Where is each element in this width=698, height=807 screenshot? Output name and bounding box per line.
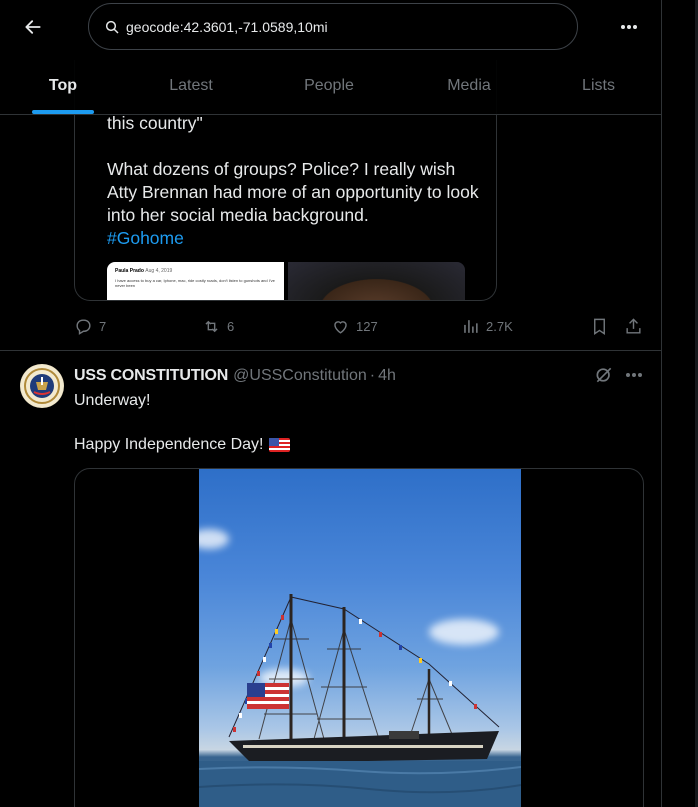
views-icon [464, 319, 478, 333]
share-icon [626, 317, 641, 334]
tweet-more-button[interactable] [622, 364, 646, 386]
timeline-column: this country" What dozens of groups? Pol… [0, 0, 662, 807]
quoted-tweet-media[interactable]: Paula Prado Aug 4, 2019 I have access to… [107, 262, 465, 300]
author-handle[interactable]: @USSConstitution [233, 367, 367, 385]
quoted-tweet-body: What dozens of groups? Police? I really … [107, 159, 479, 225]
tweet-time[interactable]: 4h [378, 367, 396, 385]
share-button[interactable] [624, 310, 643, 342]
search-tabs: Top Latest People Media Lists [0, 58, 661, 114]
more-icon [626, 373, 642, 377]
tab-label: Top [48, 77, 78, 94]
active-tab-indicator [32, 110, 94, 114]
grok-icon [596, 367, 612, 383]
repost-button[interactable]: 6 [202, 310, 234, 342]
back-button[interactable] [16, 10, 50, 44]
search-header: Top Latest People Media Lists [0, 0, 661, 115]
tweet-action-bar: 7 6 127 2.7K [74, 310, 646, 342]
ship-illustration [199, 594, 521, 807]
repost-icon [205, 320, 218, 332]
tweet-divider [0, 350, 661, 351]
tab-label: People [304, 77, 354, 94]
like-button[interactable]: 127 [331, 310, 378, 342]
arrow-left-icon [25, 20, 41, 34]
tab-people[interactable]: People [256, 58, 402, 114]
embedded-date: Aug 4, 2019 [145, 268, 173, 274]
embedded-text: I have access to buy a car, Iphone, mac,… [115, 278, 275, 288]
heart-icon [334, 320, 347, 334]
search-box[interactable] [88, 3, 578, 50]
video-player[interactable] [199, 469, 521, 807]
quoted-tweet-text: this country" What dozens of groups? Pol… [107, 112, 487, 250]
search-icon [104, 18, 122, 36]
bookmark-icon [594, 318, 605, 335]
tab-media[interactable]: Media [402, 58, 536, 114]
tweet-line-2: Happy Independence Day! [74, 436, 264, 453]
portrait-image[interactable] [288, 262, 465, 300]
hashtag-link[interactable]: #Gohome [107, 228, 184, 248]
tweet-header: USS CONSTITUTION @USSConstitution · 4h [74, 366, 396, 386]
author-name[interactable]: USS CONSTITUTION [74, 367, 228, 385]
reply-icon [76, 318, 91, 335]
screenshot-image[interactable]: Paula Prado Aug 4, 2019 I have access to… [107, 262, 284, 300]
grok-button[interactable] [592, 364, 616, 386]
avatar[interactable] [20, 364, 64, 408]
us-flag-emoji [269, 437, 291, 452]
tab-label: Lists [582, 77, 615, 94]
video-card[interactable] [74, 468, 644, 807]
tab-latest[interactable]: Latest [126, 58, 256, 114]
bookmark-button[interactable] [590, 310, 609, 342]
views-count: 2.7K [486, 318, 513, 334]
like-count: 127 [356, 318, 378, 334]
navy-seal-icon [21, 365, 63, 407]
embedded-name: Paula Prado [115, 268, 144, 274]
search-input[interactable] [126, 18, 546, 35]
quoted-tweet-fragment: this country" [107, 113, 203, 133]
separator-dot: · [369, 367, 376, 384]
tab-top[interactable]: Top [0, 58, 126, 114]
reply-button[interactable]: 7 [74, 310, 106, 342]
repost-count: 6 [227, 318, 235, 334]
tab-label: Media [447, 77, 491, 94]
views-button[interactable]: 2.7K [461, 310, 513, 342]
tab-label: Latest [169, 77, 213, 94]
tweet-line-1: Underway! [74, 392, 151, 409]
reply-count: 7 [99, 318, 107, 334]
more-icon [621, 25, 637, 29]
tweet-body: Underway! Happy Independence Day! [74, 390, 634, 455]
tab-lists[interactable]: Lists [536, 58, 661, 114]
header-more-button[interactable] [612, 10, 646, 44]
